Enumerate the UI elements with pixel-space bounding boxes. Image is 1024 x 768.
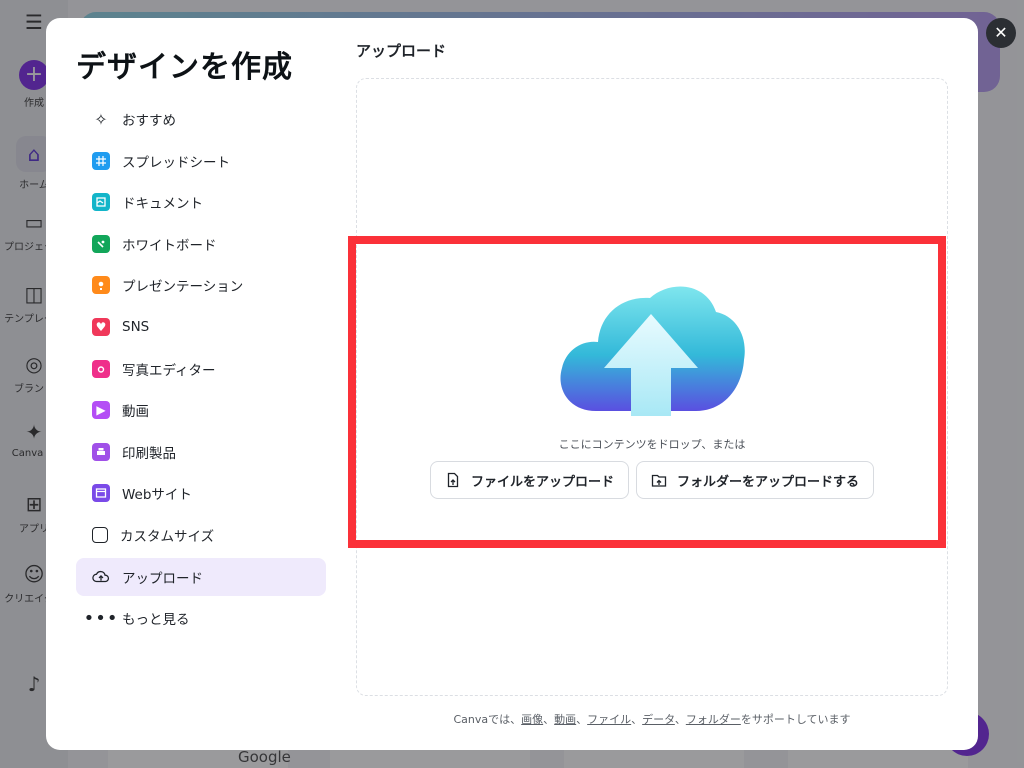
menu-item-recommended[interactable]: ✧ おすすめ xyxy=(76,100,326,138)
upload-folder-label: フォルダーをアップロードする xyxy=(677,474,860,490)
menu-item-label: 印刷製品 xyxy=(122,445,176,462)
spreadsheet-icon xyxy=(92,151,110,170)
menu-item-video[interactable]: ▶ 動画 xyxy=(76,391,326,429)
menu-item-upload[interactable]: アップロード xyxy=(76,557,326,596)
supported-formats-note: Canvaでは、画像、動画、ファイル、データ、フォルダーをサポートしています xyxy=(356,711,948,727)
menu-item-label: プレゼンテーション xyxy=(122,279,244,296)
sparkle-icon: ✧ xyxy=(94,109,108,129)
link-folders[interactable]: フォルダー xyxy=(686,713,741,726)
camera-icon xyxy=(92,359,110,378)
footer-separator: 、 xyxy=(631,713,643,726)
upload-file-label: ファイルをアップロード xyxy=(471,474,615,490)
menu-item-photo-editor[interactable]: 写真エディター xyxy=(76,350,326,388)
menu-item-presentation[interactable]: プレゼンテーション xyxy=(76,266,326,304)
upload-folder-button[interactable]: フォルダーをアップロードする xyxy=(636,461,874,499)
drop-instruction: ここにコンテンツをドロップ、または xyxy=(558,438,746,451)
folder-upload-icon xyxy=(651,474,667,487)
menu-item-label: 動画 xyxy=(122,404,149,421)
menu-item-label: スプレッドシート xyxy=(122,154,230,171)
design-type-menu: ✧ おすすめ スプレッドシート ドキュメント ホワイトボード プレゼンテーション… xyxy=(76,100,326,641)
menu-item-whiteboard[interactable]: ホワイトボード xyxy=(76,225,326,263)
menu-item-label: アップロード xyxy=(122,570,203,587)
menu-item-sns[interactable]: ♥ SNS xyxy=(76,308,326,346)
link-files[interactable]: ファイル xyxy=(587,713,631,726)
menu-item-website[interactable]: Webサイト xyxy=(76,474,326,512)
footer-prefix: Canvaでは、 xyxy=(453,713,522,726)
resize-icon xyxy=(92,526,108,543)
menu-item-document[interactable]: ドキュメント xyxy=(76,183,326,221)
cloud-upload-illustration xyxy=(560,286,745,416)
whiteboard-icon xyxy=(92,234,110,253)
close-icon: ✕ xyxy=(994,23,1008,42)
printer-icon xyxy=(92,442,110,461)
menu-item-label: Webサイト xyxy=(122,487,192,504)
menu-item-spreadsheet[interactable]: スプレッドシート xyxy=(76,142,326,180)
menu-item-label: ホワイトボード xyxy=(122,237,217,254)
heart-icon: ♥ xyxy=(92,317,110,336)
menu-item-label: 写真エディター xyxy=(122,362,216,379)
more-icon: ••• xyxy=(83,607,119,629)
menu-item-custom-size[interactable]: カスタムサイズ xyxy=(76,516,326,554)
upload-file-button[interactable]: ファイルをアップロード xyxy=(430,461,629,499)
footer-separator: 、 xyxy=(674,713,686,726)
menu-item-label: SNS xyxy=(122,318,150,335)
link-videos[interactable]: 動画 xyxy=(554,713,576,726)
create-design-modal: デザインを作成 ✧ おすすめ スプレッドシート ドキュメント ホワイトボード プ… xyxy=(46,18,978,750)
menu-item-label: おすすめ xyxy=(122,113,176,129)
menu-item-label: カスタムサイズ xyxy=(120,528,215,545)
close-button[interactable]: ✕ xyxy=(986,18,1016,48)
menu-item-label: ドキュメント xyxy=(122,196,203,213)
section-title: アップロード xyxy=(356,42,447,60)
video-icon: ▶ xyxy=(92,401,110,420)
menu-item-print[interactable]: 印刷製品 xyxy=(76,433,326,471)
menu-item-more[interactable]: ••• もっと見る xyxy=(76,599,326,637)
footer-suffix: をサポートしています xyxy=(740,713,851,726)
cloud-upload-icon xyxy=(92,568,110,586)
file-upload-icon xyxy=(447,472,459,488)
footer-separator: 、 xyxy=(543,713,555,726)
document-icon xyxy=(92,193,110,212)
menu-item-label: もっと見る xyxy=(122,612,190,629)
website-icon xyxy=(92,484,110,503)
link-images[interactable]: 画像 xyxy=(521,713,543,726)
presentation-icon xyxy=(92,276,110,295)
link-data[interactable]: データ xyxy=(642,713,675,726)
footer-separator: 、 xyxy=(576,713,588,726)
modal-title: デザインを作成 xyxy=(76,50,293,85)
